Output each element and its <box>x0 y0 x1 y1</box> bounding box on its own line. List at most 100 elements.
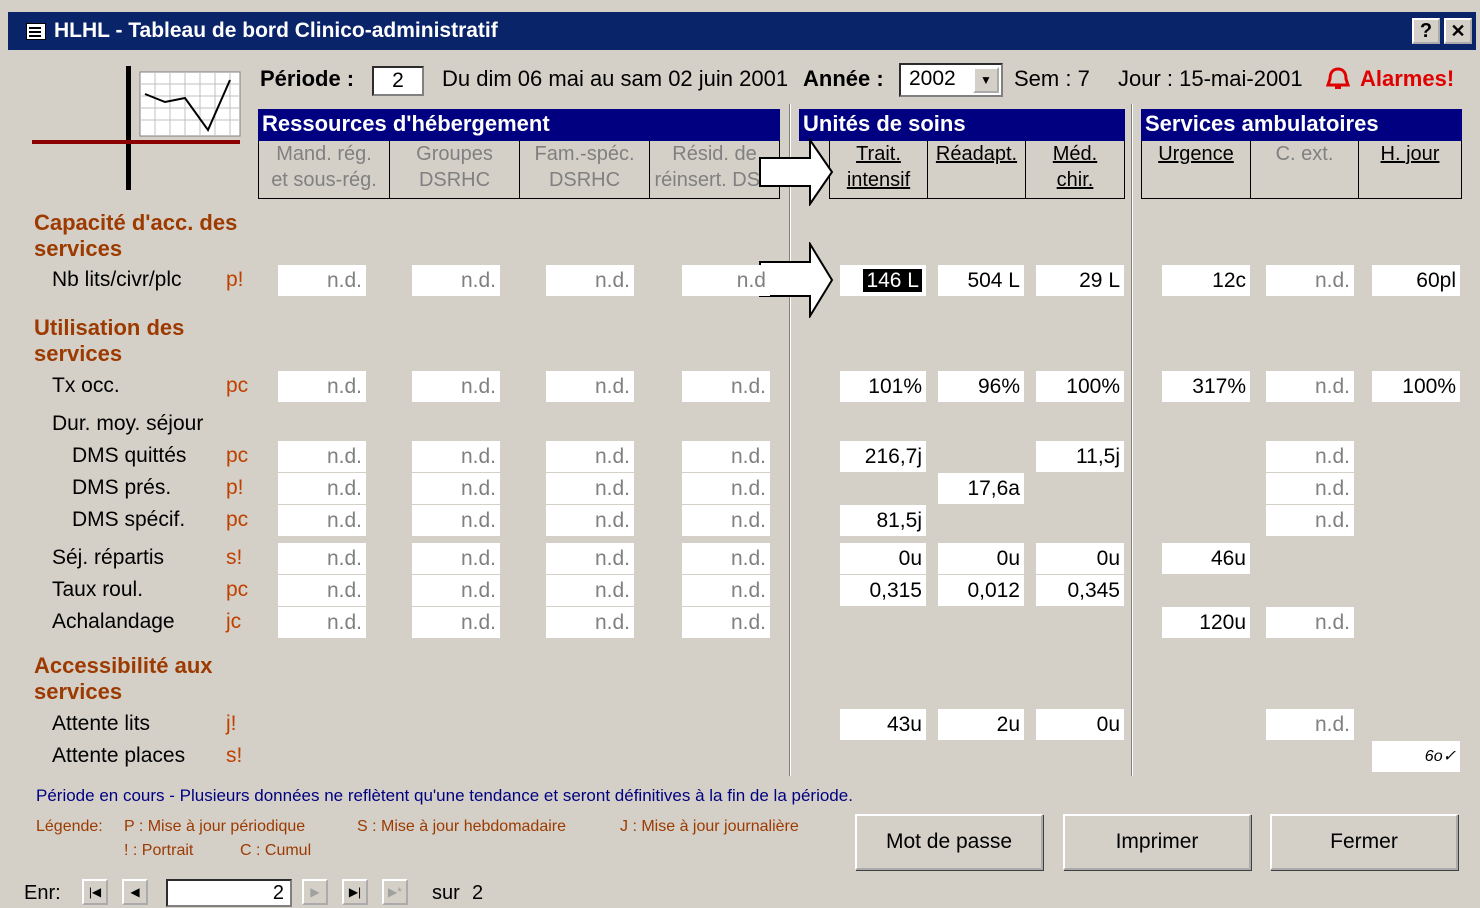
value-box-dmss-res-0[interactable]: n.d. <box>278 505 366 536</box>
value-box-attlits-uni-2[interactable]: 0u <box>1036 709 1124 740</box>
value-box-dmsp-res-2[interactable]: n.d. <box>546 473 634 504</box>
value-box-achal-res-3[interactable]: n.d. <box>682 607 770 638</box>
value-box-dmss-res-2[interactable]: n.d. <box>546 505 634 536</box>
value-box-dmsq-res-1[interactable]: n.d. <box>412 441 500 472</box>
value-box-txocc-res-3[interactable]: n.d. <box>682 371 770 402</box>
value-box-txocc-amb-2[interactable]: 100% <box>1372 371 1460 402</box>
prev-record-icon[interactable]: ◀ <box>122 879 148 905</box>
value-box-achal-amb-1[interactable]: n.d. <box>1266 607 1354 638</box>
value-box-tauxroul-uni-2[interactable]: 0,345 <box>1036 575 1124 606</box>
annee-select[interactable]: 2002 ▼ <box>899 63 1003 97</box>
col-trait-intensif[interactable]: Trait. intensif <box>829 141 928 199</box>
value-box-sejrep-uni-0[interactable]: 0u <box>840 543 926 574</box>
row-code: j! <box>226 712 237 735</box>
value-box-sejrep-amb-0[interactable]: 46u <box>1162 543 1250 574</box>
value-box-txocc-res-2[interactable]: n.d. <box>546 371 634 402</box>
alarm-text[interactable]: Alarmes! <box>1360 66 1454 92</box>
value-box-nblits-amb-0[interactable]: 12c <box>1162 265 1250 296</box>
value-box-dmsq-uni-0[interactable]: 216,7j <box>840 441 926 472</box>
first-record-icon[interactable]: |◀ <box>82 879 108 905</box>
value-box-sejrep-uni-1[interactable]: 0u <box>938 543 1024 574</box>
value-box-achal-res-0[interactable]: n.d. <box>278 607 366 638</box>
value-box-dmss-res-3[interactable]: n.d. <box>682 505 770 536</box>
value-box-attlits-uni-1[interactable]: 2u <box>938 709 1024 740</box>
value-box-dmsp-amb-1[interactable]: n.d. <box>1266 473 1354 504</box>
value-box-tauxroul-res-3[interactable]: n.d. <box>682 575 770 606</box>
row-label: DMS spécif. <box>72 508 186 531</box>
value-box-sejrep-uni-2[interactable]: 0u <box>1036 543 1124 574</box>
chevron-down-icon[interactable]: ▼ <box>973 67 999 93</box>
row-code: jc <box>226 610 242 633</box>
value-box-achal-res-1[interactable]: n.d. <box>412 607 500 638</box>
value-box-nblits-res-2[interactable]: n.d. <box>546 265 634 296</box>
category-utilisation: Utilisation des services <box>34 315 185 366</box>
value-box-sejrep-res-2[interactable]: n.d. <box>546 543 634 574</box>
new-record-icon[interactable]: ▶* <box>382 879 408 905</box>
value-box-dmss-uni-0[interactable]: 81,5j <box>840 505 926 536</box>
value-box-attlits-uni-0[interactable]: 43u <box>840 709 926 740</box>
close-window-button[interactable]: ✕ <box>1444 18 1472 44</box>
value-box-nblits-res-0[interactable]: n.d. <box>278 265 366 296</box>
value-box-nblits-res-3[interactable]: n.d <box>682 265 770 296</box>
value-box-achal-res-2[interactable]: n.d. <box>546 607 634 638</box>
print-button[interactable]: Imprimer <box>1063 814 1251 870</box>
value-box-dmsq-res-0[interactable]: n.d. <box>278 441 366 472</box>
value-box-dmsp-uni-1[interactable]: 17,6a <box>938 473 1024 504</box>
value-box-tauxroul-res-0[interactable]: n.d. <box>278 575 366 606</box>
periode-input[interactable]: 2 <box>372 66 424 96</box>
col-h-jour[interactable]: H. jour <box>1358 141 1462 199</box>
value-box-dmsq-res-3[interactable]: n.d. <box>682 441 770 472</box>
col-med-chir[interactable]: Méd. chir. <box>1025 141 1125 199</box>
value-box-sejrep-res-0[interactable]: n.d. <box>278 543 366 574</box>
value-box-txocc-amb-1[interactable]: n.d. <box>1266 371 1354 402</box>
help-button[interactable]: ? <box>1412 18 1440 44</box>
value-box-txocc-res-0[interactable]: n.d. <box>278 371 366 402</box>
value-box-txocc-uni-0[interactable]: 101% <box>840 371 926 402</box>
value-box-txocc-uni-2[interactable]: 100% <box>1036 371 1124 402</box>
value-box-dmss-amb-1[interactable]: n.d. <box>1266 505 1354 536</box>
col-med-l2: chir. <box>1056 169 1094 191</box>
value-box-txocc-uni-1[interactable]: 96% <box>938 371 1024 402</box>
row-code: s! <box>226 546 243 569</box>
value-box-nblits-res-1[interactable]: n.d. <box>412 265 500 296</box>
value-box-tauxroul-res-2[interactable]: n.d. <box>546 575 634 606</box>
value-box-txocc-amb-0[interactable]: 317% <box>1162 371 1250 402</box>
value-box-attplaces-amb-2[interactable]: 6o✓ <box>1372 741 1460 772</box>
password-button[interactable]: Mot de passe <box>855 814 1043 870</box>
value-box-achal-amb-0[interactable]: 120u <box>1162 607 1250 638</box>
value-box-nblits-amb-2[interactable]: 60pl <box>1372 265 1460 296</box>
value-box-sejrep-res-3[interactable]: n.d. <box>682 543 770 574</box>
record-number-input[interactable]: 2 <box>166 879 292 907</box>
col-trait-l1: Trait. <box>856 143 901 165</box>
value-box-sejrep-res-1[interactable]: n.d. <box>412 543 500 574</box>
value-box-tauxroul-uni-1[interactable]: 0,012 <box>938 575 1024 606</box>
last-record-icon[interactable]: ▶| <box>342 879 368 905</box>
col-urgence-l1: Urgence <box>1158 143 1234 165</box>
alarm-bell-icon <box>1326 67 1350 89</box>
category-accessibilite: Accessibilité aux services <box>34 653 213 704</box>
value-box-txocc-res-1[interactable]: n.d. <box>412 371 500 402</box>
value-box-nblits-uni-1[interactable]: 504 L <box>938 265 1024 296</box>
col-fam-spec[interactable]: Fam.-spéc. DSRHC <box>519 141 650 199</box>
col-readapt[interactable]: Réadapt. <box>927 141 1026 199</box>
value-box-dmss-res-1[interactable]: n.d. <box>412 505 500 536</box>
value-box-dmsq-res-2[interactable]: n.d. <box>546 441 634 472</box>
value-box-dmsp-res-3[interactable]: n.d. <box>682 473 770 504</box>
value-box-attlits-amb-1[interactable]: n.d. <box>1266 709 1354 740</box>
col-urgence[interactable]: Urgence <box>1141 141 1251 199</box>
next-record-icon[interactable]: ▶ <box>302 879 328 905</box>
value-box-nblits-amb-1[interactable]: n.d. <box>1266 265 1354 296</box>
value-box-dmsq-amb-1[interactable]: n.d. <box>1266 441 1354 472</box>
col-groupes[interactable]: Groupes DSRHC <box>389 141 520 199</box>
col-mand-reg[interactable]: Mand. rég. et sous-rég. <box>258 141 390 199</box>
value-box-nblits-uni-2[interactable]: 29 L <box>1036 265 1124 296</box>
value-box-dmsp-res-0[interactable]: n.d. <box>278 473 366 504</box>
value-box-nblits-uni-0[interactable]: 146 L <box>840 265 926 296</box>
value-box-tauxroul-res-1[interactable]: n.d. <box>412 575 500 606</box>
col-c-ext[interactable]: C. ext. <box>1250 141 1359 199</box>
value-box-dmsp-res-1[interactable]: n.d. <box>412 473 500 504</box>
value-box-dmsq-uni-2[interactable]: 11,5j <box>1036 441 1124 472</box>
col-fam-spec-l1: Fam.-spéc. <box>534 143 635 165</box>
close-button[interactable]: Fermer <box>1270 814 1458 870</box>
value-box-tauxroul-uni-0[interactable]: 0,315 <box>840 575 926 606</box>
